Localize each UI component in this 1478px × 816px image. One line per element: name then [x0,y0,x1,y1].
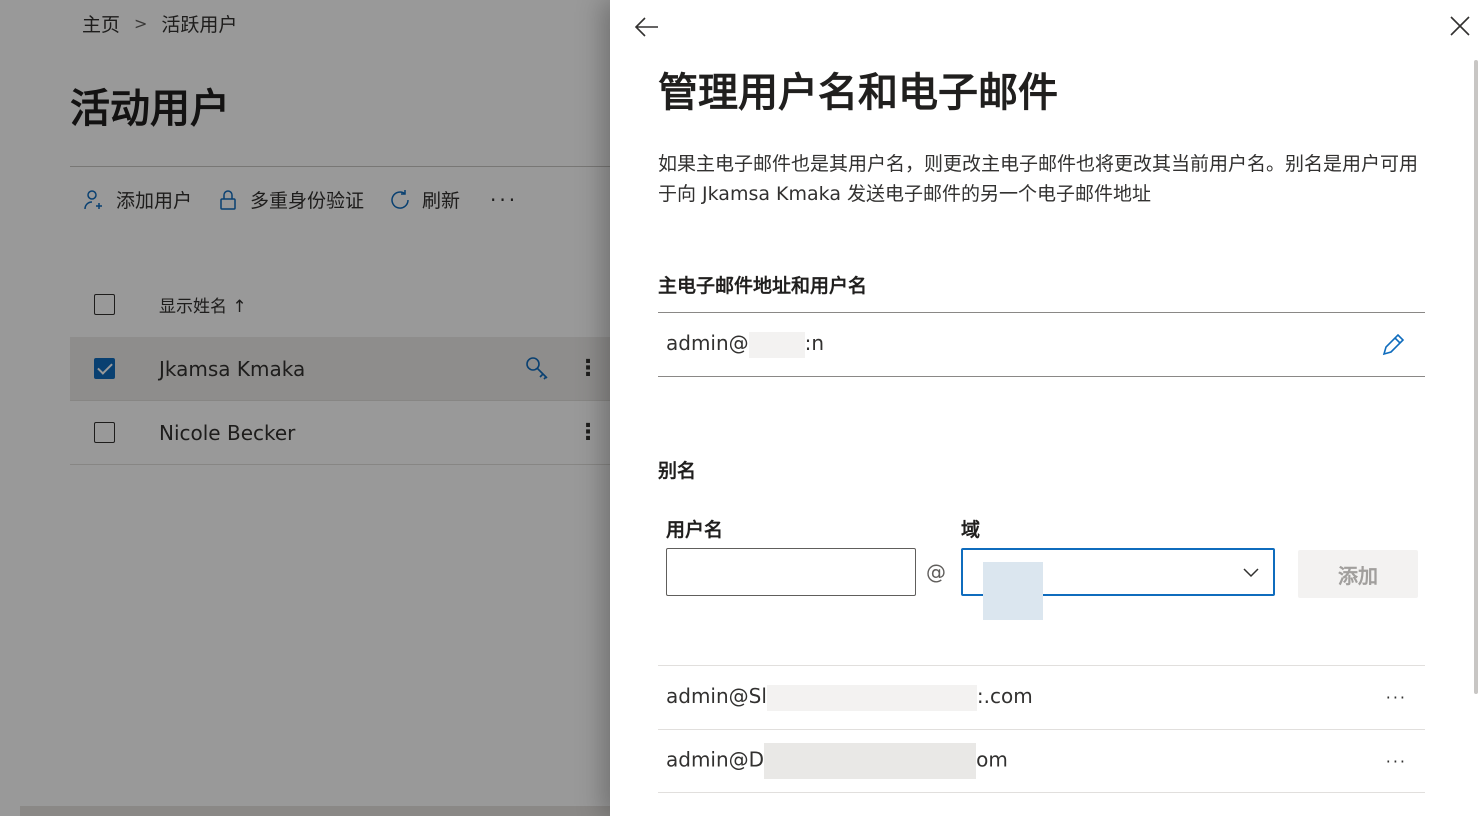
pencil-icon[interactable] [1379,331,1407,359]
primary-email-row: admin@:n [658,312,1425,377]
redacted-block [764,743,977,779]
alias-row: admin@D om ··· [658,729,1425,793]
alias-username-input[interactable] [666,548,916,596]
back-arrow-icon[interactable] [632,12,662,42]
alias-heading: 别名 [658,460,697,482]
redacted-domain [983,562,1043,620]
primary-email-heading: 主电子邮件地址和用户名 [658,275,868,297]
domain-label: 域 [961,519,981,541]
modal-overlay[interactable] [0,0,610,816]
side-panel: 管理用户名和电子邮件 如果主电子邮件也是其用户名，则更改主电子邮件也将更改其当前… [610,0,1478,816]
alias-email: admin@Sl:.com [666,684,1386,711]
horizontal-scrollbar[interactable] [20,806,610,816]
alias-more-button[interactable]: ··· [1386,752,1407,771]
domain-dropdown[interactable] [961,548,1275,620]
alias-email: admin@D om [666,743,1386,779]
alias-row: admin@Sl:.com ··· [658,665,1425,729]
close-icon[interactable] [1448,14,1472,38]
username-label: 用户名 [666,519,724,541]
alias-more-button[interactable]: ··· [1386,688,1407,707]
redacted-block [748,331,805,358]
add-alias-button[interactable]: 添加 [1298,550,1418,598]
redacted-block [766,684,977,711]
chevron-down-icon [1243,568,1259,578]
panel-description: 如果主电子邮件也是其用户名，则更改主电子邮件也将更改其当前用户名。别名是用户可用… [658,153,1419,205]
primary-email-value: admin@:n [666,331,1379,358]
panel-scrollbar[interactable] [1474,60,1478,694]
at-symbol: @ [926,560,946,584]
panel-title: 管理用户名和电子邮件 [658,70,1058,116]
